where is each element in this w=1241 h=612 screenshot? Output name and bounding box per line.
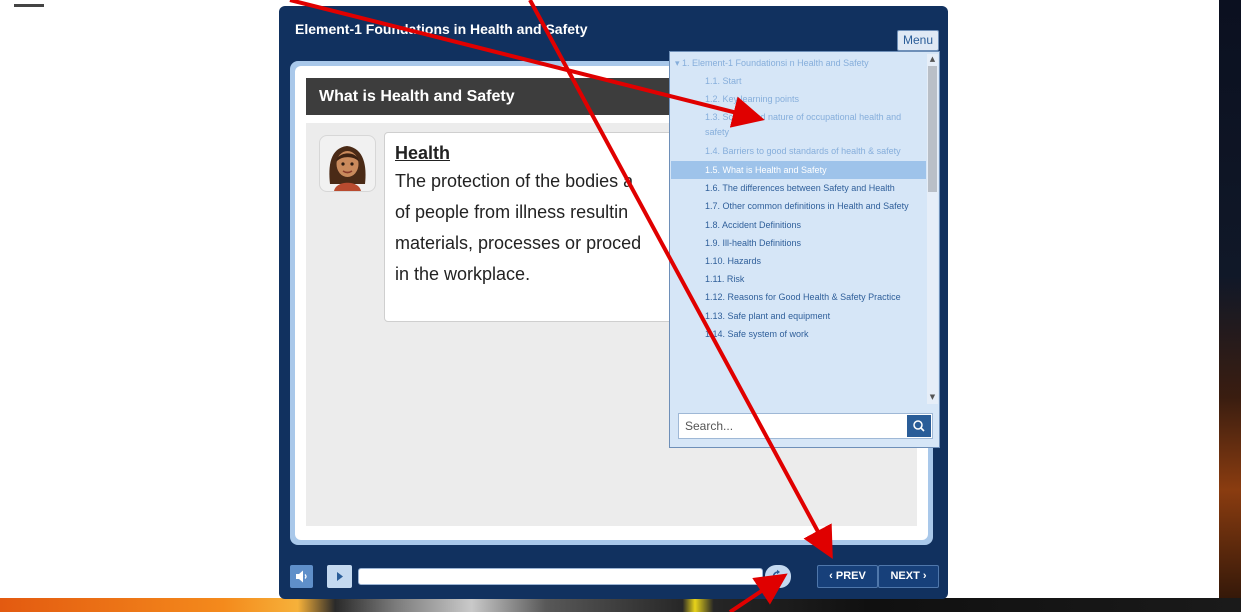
- menu-item[interactable]: 1.6. The differences between Safety and …: [671, 179, 926, 197]
- menu-item-label: 1. Element-1 Foundationsi n Health and S…: [682, 58, 869, 68]
- menu-button[interactable]: Menu: [897, 30, 939, 51]
- menu-item[interactable]: 1.7. Other common definitions in Health …: [671, 197, 926, 216]
- prev-button[interactable]: ‹ PREV: [817, 565, 878, 588]
- menu-item-section[interactable]: ▾ 1. Element-1 Foundationsi n Health and…: [671, 54, 926, 72]
- scrollbar-thumb[interactable]: [928, 66, 937, 192]
- menu-panel: ▾ 1. Element-1 Foundationsi n Health and…: [669, 51, 940, 448]
- menu-item[interactable]: 1.11. Risk: [671, 270, 926, 288]
- menu-item[interactable]: 1.9. Ill-health Definitions: [671, 234, 926, 252]
- background-photo-edge: [1219, 0, 1241, 612]
- woman-avatar-icon: [319, 135, 376, 192]
- menu-item[interactable]: 1.4. Barriers to good standards of healt…: [671, 142, 926, 161]
- playback-bar: ‹ PREV NEXT ›: [279, 561, 948, 591]
- menu-item[interactable]: 1.10. Hazards: [671, 252, 926, 270]
- progress-bar[interactable]: [358, 568, 763, 585]
- search-input[interactable]: [679, 414, 905, 438]
- menu-item[interactable]: 1.12. Reasons for Good Health & Safety P…: [671, 288, 926, 307]
- scroll-up-icon[interactable]: ▲: [928, 54, 937, 64]
- magnifier-icon: [913, 420, 925, 432]
- menu-item[interactable]: 1.3. Scope and nature of occupational he…: [671, 108, 926, 142]
- play-button[interactable]: [327, 565, 352, 588]
- course-title: Element-1 Foundations in Health and Safe…: [295, 21, 588, 37]
- scroll-down-icon[interactable]: ▼: [928, 392, 937, 402]
- menu-scrollbar[interactable]: ▲ ▼: [927, 54, 938, 404]
- replay-button[interactable]: [765, 565, 791, 588]
- play-icon: [337, 572, 343, 581]
- menu-item[interactable]: 1.13. Safe plant and equipment: [671, 307, 926, 325]
- menu-item[interactable]: 1.1. Start: [671, 72, 926, 90]
- menu-item[interactable]: 1.2. Key learning points: [671, 90, 926, 108]
- background-photo-strip: [0, 598, 1241, 612]
- screen: Element-1 Foundations in Health and Safe…: [0, 0, 1241, 612]
- speaker-icon: [296, 570, 307, 583]
- corner-mark: [14, 4, 44, 7]
- menu-item[interactable]: 1.8. Accident Definitions: [671, 216, 926, 234]
- speech-heading: Health: [395, 143, 451, 163]
- search-box: [678, 413, 933, 439]
- speech-bubble: Health The protection of the bodies a of…: [384, 132, 674, 322]
- volume-button[interactable]: [290, 565, 313, 588]
- menu-item-selected[interactable]: 1.5. What is Health and Safety: [671, 161, 926, 179]
- menu-list: ▾ 1. Element-1 Foundationsi n Health and…: [671, 54, 926, 404]
- next-button[interactable]: NEXT ›: [878, 565, 939, 588]
- replay-icon: [772, 569, 784, 582]
- search-button[interactable]: [907, 415, 931, 437]
- menu-item[interactable]: 1.14. Safe system of work: [671, 325, 926, 343]
